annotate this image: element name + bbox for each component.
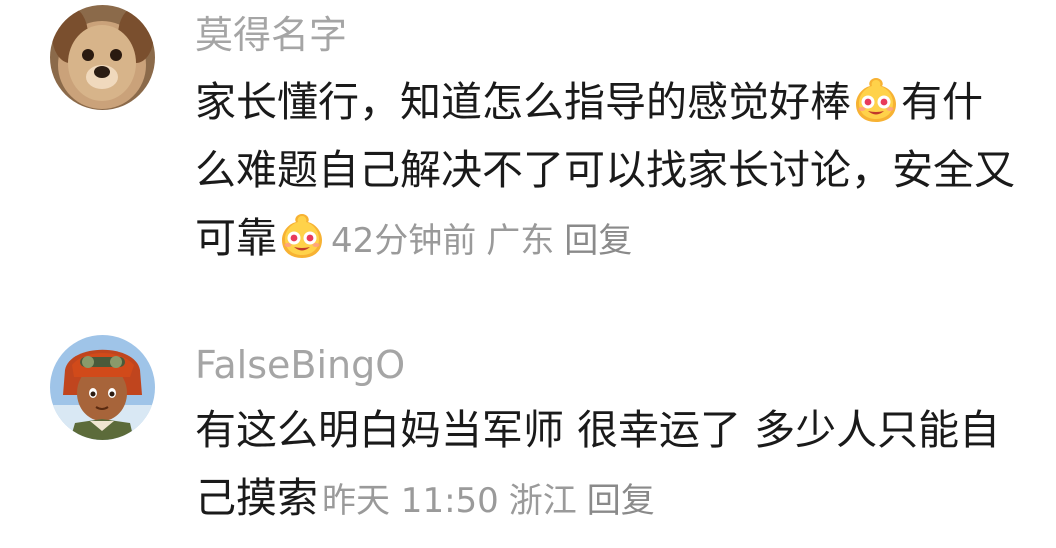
comment-location: 广东	[486, 221, 555, 261]
user-avatar[interactable]	[50, 5, 155, 110]
reply-button[interactable]: 回复	[587, 481, 655, 521]
reply-button[interactable]: 回复	[564, 221, 632, 261]
username[interactable]: 莫得名字	[195, 16, 347, 54]
comment-location: 浙江	[508, 481, 577, 521]
comment-time: 昨天 11:50	[322, 481, 499, 521]
comment-meta: 昨天 11:50 浙江 回复	[322, 481, 665, 521]
comment-meta: 42分钟前 广东 回复	[331, 221, 642, 261]
comment-item: 莫得名字 家长懂行，知道怎么指导的感觉好棒 有什么难题自己解决不了可以找家长讨论…	[0, 0, 1056, 270]
comment-text: 家长懂行，知道怎么指导的感觉好棒 有什么难题自己解决不了可以找家长讨论，安全又可…	[195, 68, 1015, 275]
comment-time: 42分钟前	[331, 221, 477, 261]
user-avatar[interactable]	[50, 335, 155, 440]
star-eyes-emoji-icon	[852, 76, 900, 124]
star-eyes-emoji-icon	[278, 212, 326, 260]
comment-text: 有这么明白妈当军师 很幸运了 多少人只能自己摸索 昨天 11:50 浙江 回复	[195, 396, 1015, 535]
comment-item: FalseBingO 有这么明白妈当军师 很幸运了 多少人只能自己摸索 昨天 11…	[0, 330, 1056, 548]
dog-avatar-icon	[50, 5, 155, 110]
anime-character-avatar-icon	[50, 335, 155, 440]
username[interactable]: FalseBingO	[195, 346, 405, 384]
comment-text-part: 家长懂行，知道怎么指导的感觉好棒	[195, 78, 851, 126]
